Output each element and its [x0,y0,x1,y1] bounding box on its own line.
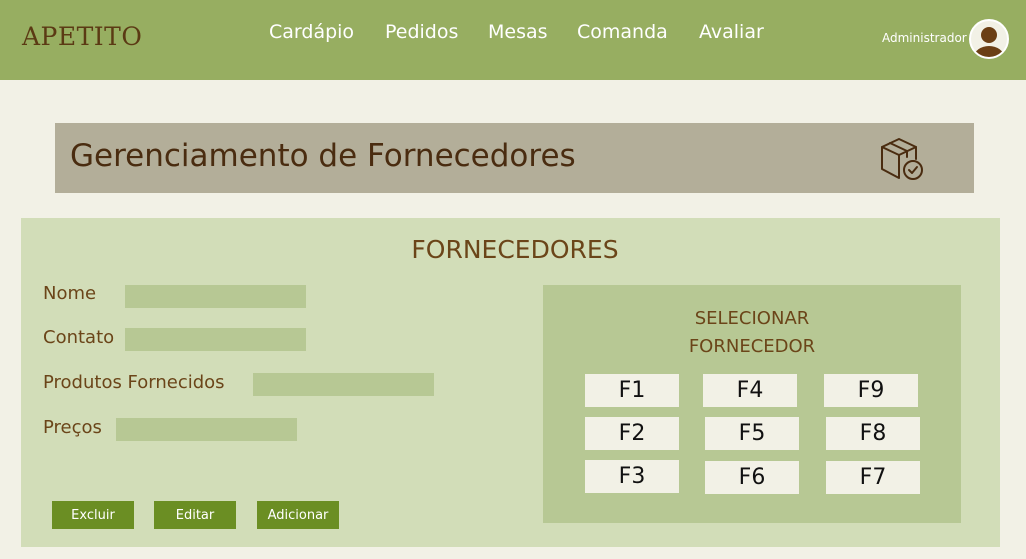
page-title-banner: Gerenciamento de Fornecedores [55,123,974,193]
contact-input[interactable] [125,328,306,351]
page-title: Gerenciamento de Fornecedores [70,138,576,174]
top-navbar: APETITO Cardápio Pedidos Mesas Comanda A… [0,0,1026,80]
supplier-button-f4[interactable]: F4 [703,374,797,407]
name-input[interactable] [125,285,306,308]
section-title: FORNECEDORES [411,235,619,264]
supplier-button-f1[interactable]: F1 [585,374,679,407]
suppliers-panel: FORNECEDORES Nome Contato Produtos Forne… [21,218,1000,547]
delete-button[interactable]: Excluir [52,501,134,529]
prices-label: Preços [43,417,102,438]
user-name-label: Administrador [882,31,967,45]
nav-item-pedidos[interactable]: Pedidos [385,21,458,43]
products-label: Produtos Fornecidos [43,372,225,393]
user-avatar-icon[interactable] [969,19,1009,59]
supplier-button-f8[interactable]: F8 [826,417,920,450]
name-label: Nome [43,283,97,304]
supplier-button-f5[interactable]: F5 [705,417,799,450]
add-button[interactable]: Adicionar [257,501,339,529]
contact-label: Contato [43,327,115,348]
prices-input[interactable] [116,418,297,441]
supplier-button-f7[interactable]: F7 [826,461,920,494]
nav-item-comanda[interactable]: Comanda [577,21,668,43]
brand-logo[interactable]: APETITO [22,22,142,51]
selector-title-line2: FORNECEDOR [688,336,816,357]
box-check-icon [881,138,923,180]
selector-title: SELECIONAR FORNECEDOR [543,305,961,361]
supplier-button-f3[interactable]: F3 [585,460,679,493]
selector-title-line1: SELECIONAR [694,308,810,329]
nav-item-mesas[interactable]: Mesas [488,21,548,43]
edit-button[interactable]: Editar [154,501,236,529]
supplier-selector: SELECIONAR FORNECEDOR F1 F4 F9 F2 F5 F8 … [543,285,961,523]
nav-item-cardapio[interactable]: Cardápio [269,21,354,43]
nav-item-avaliar[interactable]: Avaliar [699,21,764,43]
supplier-button-f2[interactable]: F2 [585,417,679,450]
supplier-button-f9[interactable]: F9 [824,374,918,407]
products-input[interactable] [253,373,434,396]
supplier-button-f6[interactable]: F6 [705,461,799,494]
